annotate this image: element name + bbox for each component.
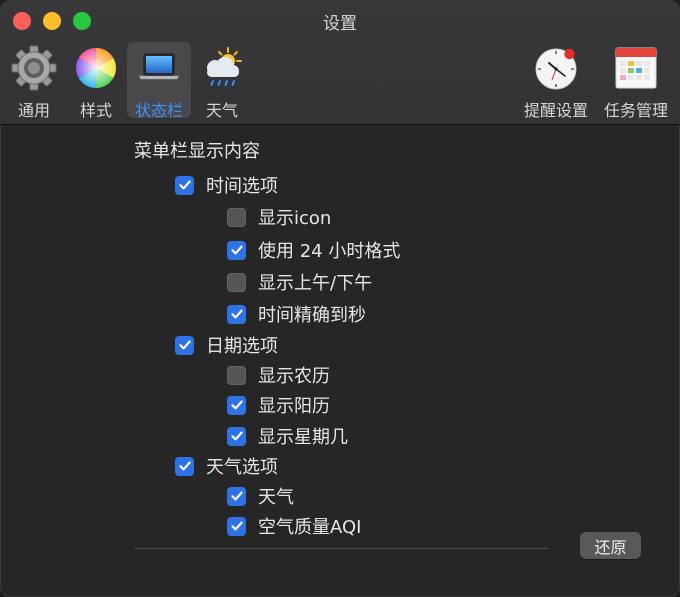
- tab-task-management-label: 任务管理: [603, 101, 668, 120]
- gear-icon: [11, 45, 57, 91]
- checkbox-24-hour-format[interactable]: 使用 24 小时格式: [227, 238, 400, 262]
- checkbox-show-icon[interactable]: 显示icon: [227, 205, 331, 229]
- checkbox-time-options[interactable]: 时间选项: [175, 173, 278, 197]
- color-wheel-icon: [76, 48, 116, 88]
- tab-task-management[interactable]: 任务管理: [597, 42, 675, 120]
- weather-icon: [207, 47, 242, 86]
- clock-icon: [535, 48, 577, 90]
- status-bar-settings-panel: 菜单栏显示内容 时间选项 显示icon 使用 24 小时格式 显示上午/下午 时…: [0, 125, 680, 597]
- checkbox-show-weekday[interactable]: 显示星期几: [227, 424, 348, 448]
- tab-status-bar-label: 状态栏: [134, 101, 183, 120]
- checkbox-weather[interactable]: 天气: [227, 484, 294, 508]
- checkbox-label: 时间精确到秒: [258, 305, 366, 326]
- checkbox-date-options[interactable]: 日期选项: [175, 333, 278, 357]
- tab-style-label: 样式: [79, 101, 112, 120]
- checkbox-unchecked-icon[interactable]: [227, 365, 246, 385]
- section-title: 菜单栏显示内容: [134, 141, 260, 162]
- tab-reminder-settings[interactable]: 提醒设置: [517, 42, 595, 120]
- checkbox-show-seconds[interactable]: 时间精确到秒: [227, 302, 366, 326]
- laptop-icon: [138, 53, 180, 80]
- checkbox-label: 使用 24 小时格式: [258, 241, 401, 262]
- checkbox-label: 天气: [258, 487, 294, 508]
- checkbox-checked-icon[interactable]: [227, 486, 246, 506]
- checkbox-checked-icon[interactable]: [227, 426, 246, 446]
- tab-reminder-settings-label: 提醒设置: [523, 101, 588, 120]
- checkbox-unchecked-icon[interactable]: [227, 272, 246, 292]
- divider: [134, 548, 549, 549]
- calendar-icon: [615, 47, 657, 89]
- window-title: 设置: [323, 14, 357, 34]
- checkbox-show-am-pm[interactable]: 显示上午/下午: [227, 270, 372, 294]
- checkbox-label: 显示农历: [258, 366, 330, 387]
- tab-general[interactable]: 通用: [4, 42, 64, 120]
- checkbox-label: 显示阳历: [258, 396, 330, 417]
- checkbox-checked-icon[interactable]: [227, 240, 246, 260]
- checkbox-label: 空气质量AQI: [258, 517, 362, 538]
- checkbox-label: 显示上午/下午: [258, 273, 373, 294]
- settings-window: 设置 通用 样式 状态栏 天气 提醒设置 任务管理 菜单栏显示内容 时间选项 显…: [0, 0, 680, 597]
- checkbox-air-quality[interactable]: 空气质量AQI: [227, 514, 361, 538]
- tab-general-label: 通用: [17, 101, 50, 120]
- checkbox-checked-icon[interactable]: [175, 456, 194, 476]
- tab-status-bar[interactable]: 状态栏: [127, 42, 191, 120]
- checkbox-checked-icon[interactable]: [227, 516, 246, 536]
- checkbox-checked-icon[interactable]: [175, 175, 194, 195]
- checkbox-show-lunar[interactable]: 显示农历: [227, 363, 330, 387]
- checkbox-show-solar[interactable]: 显示阳历: [227, 393, 330, 417]
- checkbox-label: 时间选项: [206, 176, 278, 197]
- checkbox-label: 天气选项: [206, 457, 278, 478]
- titlebar: 设置 通用 样式 状态栏 天气 提醒设置 任务管理: [0, 0, 680, 125]
- checkbox-label: 显示icon: [258, 208, 332, 229]
- checkbox-checked-icon[interactable]: [175, 335, 194, 355]
- checkbox-checked-icon[interactable]: [227, 304, 246, 324]
- checkbox-label: 日期选项: [206, 336, 278, 357]
- tab-weather-label: 天气: [205, 101, 238, 120]
- checkbox-weather-options[interactable]: 天气选项: [175, 454, 278, 478]
- tab-weather[interactable]: 天气: [192, 42, 252, 120]
- tab-style[interactable]: 样式: [66, 42, 126, 120]
- checkbox-label: 显示星期几: [258, 427, 348, 448]
- checkbox-unchecked-icon[interactable]: [227, 207, 246, 227]
- checkbox-checked-icon[interactable]: [227, 395, 246, 415]
- reset-button[interactable]: 还原: [580, 532, 641, 559]
